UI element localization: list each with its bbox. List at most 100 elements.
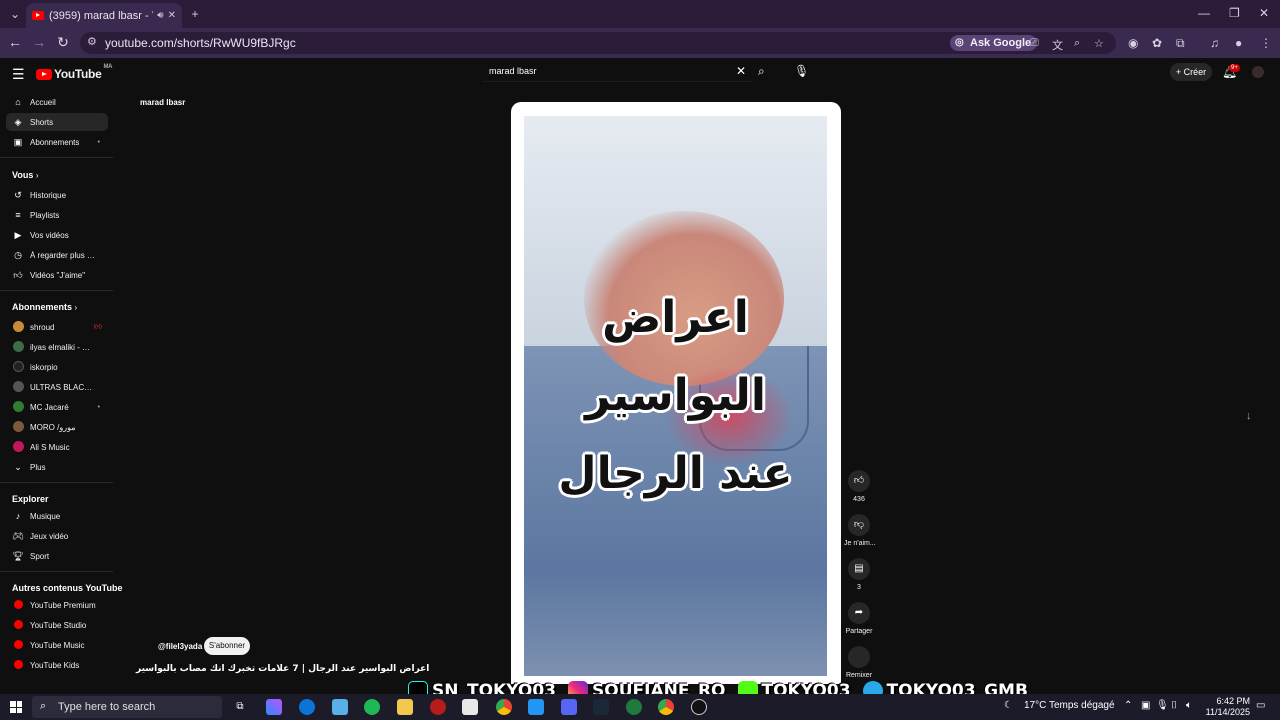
site-info-icon[interactable]: ⚙ (87, 35, 97, 48)
minimize-icon[interactable]: — (1198, 6, 1210, 20)
you-section-header[interactable]: Vous › (12, 170, 39, 180)
dislike-button[interactable]: 👎︎ Je n'aim... (844, 514, 876, 547)
task-view-icon[interactable]: ⧉ (232, 699, 248, 715)
taskbar-search-input[interactable]: ⌕ Type here to search (32, 696, 222, 718)
sidebar-item-youtube-studio[interactable]: YouTube Studio (6, 616, 108, 634)
channel-handle[interactable]: @filel3yada (158, 642, 202, 651)
weather-text[interactable]: 17°C Temps dégagé (1024, 700, 1115, 711)
subscribe-button[interactable]: S'abonner (204, 637, 250, 655)
short-title[interactable]: اعراض البواسير عند الرجال | 7 علامات تخب… (136, 664, 429, 674)
sidebar-item-shorts[interactable]: ◈ Shorts (6, 113, 108, 131)
back-icon[interactable]: ← (6, 34, 24, 50)
sidebar-item-your-videos[interactable]: ▶ Vos vidéos (6, 226, 108, 244)
account-avatar[interactable] (1252, 66, 1264, 78)
app-icon[interactable] (430, 699, 446, 715)
sidebar-channel[interactable]: ULTRAS BLACK AR... (6, 378, 108, 396)
share-button[interactable]: ➦ Partager (844, 602, 874, 635)
sidebar-channel[interactable]: iskorpio (6, 358, 108, 376)
create-button[interactable]: + Créer (1170, 63, 1212, 81)
chevron-right-icon: › (35, 171, 39, 180)
sidebar-item-youtube-kids[interactable]: YouTube Kids (6, 656, 108, 674)
app-icon[interactable] (626, 699, 642, 715)
comments-button[interactable]: ▤ 3 (844, 558, 874, 591)
reload-icon[interactable]: ↻ (54, 34, 72, 51)
microphone-tray-icon[interactable]: 🎙︎ (1156, 700, 1169, 711)
music-icon: ♪ (15, 511, 21, 521)
profile-icon[interactable]: ● (1235, 36, 1242, 50)
extension-icon[interactable]: ✿ (1152, 36, 1162, 50)
app-icon[interactable] (528, 699, 544, 715)
tab-list-icon[interactable]: ⌄ (6, 5, 24, 23)
clear-search-icon[interactable]: ✕ (736, 64, 746, 78)
bookmark-star-icon[interactable]: ☆ (1094, 37, 1104, 50)
close-window-icon[interactable]: ✕ (1259, 6, 1269, 20)
next-short-arrow-icon[interactable]: ↓ (1246, 410, 1252, 422)
ask-google-button[interactable]: Ask Google (950, 35, 1038, 51)
sidebar-channel[interactable]: ilyas elmaliki - الهاكي (6, 338, 108, 356)
microphone-icon[interactable]: 🎙︎ (794, 64, 809, 78)
new-tab-button[interactable]: + (186, 5, 204, 23)
speaker-icon[interactable]: 🔊︎ (157, 10, 163, 21)
sidebar-item-liked-videos[interactable]: 👍︎ Vidéos "J'aime" (6, 266, 108, 284)
sidebar-channel[interactable]: shroud ((•)) (6, 318, 108, 336)
sidebar-item-sport[interactable]: 🏆︎ Sport (6, 547, 108, 565)
video-overlay-text: عند الرجال (558, 448, 793, 499)
close-tab-icon[interactable]: ✕ (168, 10, 176, 21)
chrome-icon[interactable] (496, 699, 512, 715)
extensions-puzzle-icon[interactable]: ⧉ (1176, 36, 1185, 51)
subscriptions-section-header[interactable]: Abonnements › (12, 302, 77, 312)
zoom-icon[interactable]: ⌕ (1074, 37, 1080, 50)
install-icon[interactable]: ⎚ (1030, 37, 1039, 50)
sidebar-item-youtube-premium[interactable]: YouTube Premium (6, 596, 108, 614)
spotify-icon[interactable] (364, 699, 380, 715)
network-icon[interactable]: ⌷ (1171, 700, 1177, 711)
copilot-icon[interactable] (266, 699, 282, 715)
sidebar-item-playlists[interactable]: ≡ Playlists (6, 206, 108, 224)
store-icon[interactable] (462, 699, 478, 715)
sidebar-channel[interactable]: MORO /مورو (6, 418, 108, 436)
sidebar-item-gaming[interactable]: 🎮︎ Jeux vidéo (6, 527, 108, 545)
sidebar-item-label: Plus (30, 462, 46, 472)
restore-icon[interactable]: ❐ (1229, 6, 1240, 20)
volume-icon[interactable]: 🔈︎ (1186, 700, 1192, 711)
like-button[interactable]: 👍︎ 436 (844, 470, 874, 503)
sidebar-show-more[interactable]: ⌄ Plus (6, 458, 108, 476)
translate-icon[interactable]: 文 (1052, 37, 1063, 53)
forward-icon[interactable]: → (30, 34, 48, 50)
file-explorer-icon[interactable] (397, 699, 413, 715)
windows-start-icon[interactable] (10, 701, 22, 713)
sidebar-item-music[interactable]: ♪ Musique (6, 507, 108, 525)
shorts-icon: ◈ (14, 116, 22, 127)
new-content-dot: • (97, 138, 100, 146)
hamburger-menu-icon[interactable]: ☰ (12, 66, 25, 83)
discord-icon[interactable] (561, 699, 577, 715)
steam-icon[interactable] (593, 699, 609, 715)
divider (0, 157, 113, 158)
sidebar-item-history[interactable]: ↺ Historique (6, 186, 108, 204)
taskbar-clock[interactable]: 6:42 PM 11/14/2025 (1196, 696, 1250, 718)
notifications-icon[interactable]: ▭ (1256, 700, 1265, 711)
channel-avatar (12, 440, 24, 452)
search-input[interactable]: marad lbasr ✕ (482, 62, 752, 82)
browser-tab[interactable]: (3959) marad lbasr - YouTu 🔊︎ ✕ (26, 3, 182, 28)
search-icon[interactable]: ⌕ (758, 64, 765, 79)
sidebar-item-home[interactable]: ⌂ Accueil (6, 93, 108, 111)
tray-chevron-icon[interactable]: ⌃ (1124, 700, 1132, 711)
media-control-icon[interactable]: ♫ (1210, 36, 1219, 50)
sidebar-channel[interactable]: MC Jacaré • (6, 398, 108, 416)
sidebar-item-watch-later[interactable]: ◷ À regarder plus tard (6, 246, 108, 264)
app-icon[interactable] (332, 699, 348, 715)
short-video-player[interactable]: اعراض البواسير عند الرجال (524, 116, 827, 676)
edge-icon[interactable] (299, 699, 315, 715)
sidebar-channel[interactable]: Ali S Music (6, 438, 108, 456)
remix-button[interactable]: Remixer (844, 646, 874, 679)
extension-icon[interactable]: ◉ (1128, 36, 1138, 50)
sidebar-item-subscriptions[interactable]: ▣ Abonnements • (6, 133, 108, 151)
browser-menu-icon[interactable]: ⋮ (1260, 36, 1272, 50)
sidebar-item-youtube-music[interactable]: YouTube Music (6, 636, 108, 654)
obs-icon[interactable] (691, 699, 707, 715)
chrome-icon[interactable] (658, 699, 674, 715)
youtube-logo[interactable]: YouTube MA (36, 64, 112, 81)
address-bar[interactable]: ⚙ youtube.com/shorts/RwWU9fBJRgc Ask Goo… (80, 32, 1116, 54)
tray-app-icon[interactable]: ▣ (1141, 700, 1150, 711)
